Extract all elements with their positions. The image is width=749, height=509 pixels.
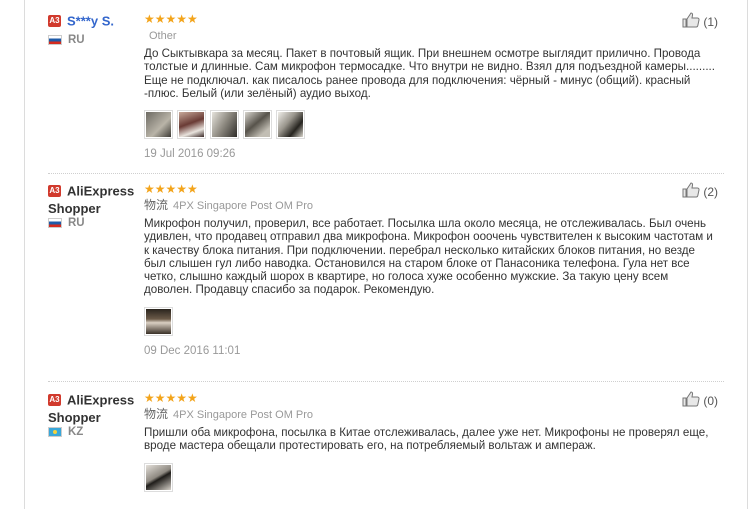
review-text: Микрофон получил, проверил, все работает… (144, 217, 713, 297)
shipping-info: Other (144, 28, 719, 42)
review-photos (144, 462, 719, 492)
shipping-label: 物流 (144, 198, 169, 212)
reviewer-country: KZ (48, 426, 143, 438)
star-rating: ★★★★★ (144, 391, 198, 405)
review-content: ★★★★★ 物流 4PX Singapore Post OM Pro Пришли… (144, 391, 719, 492)
review-text: До Сыктывкара за месяц. Пакет в почтовый… (144, 47, 715, 100)
helpful-vote[interactable]: (2) (682, 182, 718, 201)
buyer-level-badge: A3 (48, 14, 61, 27)
review-photo-thumbnail[interactable] (177, 110, 206, 140)
shipping-method: 4PX Singapore Post OM Pro (173, 200, 314, 212)
review-photos (144, 110, 719, 140)
reviewer-country: RU (48, 34, 143, 46)
review-photo-thumbnail[interactable] (144, 306, 173, 336)
star-rating: ★★★★★ (144, 12, 198, 26)
helpful-count: (1) (703, 14, 718, 29)
reviewer-info: A3 S***y S. RU (48, 12, 143, 46)
reviewer-info: A3 AliExpress Shopper RU (48, 182, 143, 229)
shipping-info: 物流 4PX Singapore Post OM Pro (144, 407, 719, 421)
helpful-vote[interactable]: (0) (682, 391, 718, 410)
reviewer-name-line2: Shopper (48, 201, 101, 216)
reviewer-name[interactable]: S***y S. (67, 13, 114, 28)
reviewer-name-line2: Shopper (48, 410, 101, 425)
shipping-label: 物流 (144, 407, 169, 421)
kazakhstan-flag-icon (48, 427, 62, 437)
buyer-level-badge: A3 (48, 184, 61, 197)
helpful-vote[interactable]: (1) (682, 12, 718, 31)
russia-flag-icon (48, 35, 62, 45)
country-code: RU (68, 217, 85, 229)
russia-flag-icon (48, 218, 62, 228)
review-photos (144, 306, 719, 336)
country-code: RU (68, 34, 85, 46)
reviewer-info: A3 AliExpress Shopper KZ (48, 391, 143, 438)
shipping-info: 物流 4PX Singapore Post OM Pro (144, 198, 719, 212)
review-photo-thumbnail[interactable] (144, 110, 173, 140)
thumbs-up-icon[interactable] (682, 12, 700, 31)
helpful-count: (2) (703, 184, 718, 199)
review-date: 09 Dec 2016 11:01 (144, 344, 241, 357)
thumbs-up-icon[interactable] (682, 391, 700, 410)
review-photo-thumbnail[interactable] (210, 110, 239, 140)
review-content: ★★★★★ Other До Сыктывкара за месяц. Паке… (144, 12, 719, 160)
thumbs-up-icon[interactable] (682, 182, 700, 201)
country-code: KZ (68, 426, 84, 438)
review-photo-thumbnail[interactable] (276, 110, 305, 140)
helpful-count: (0) (703, 393, 718, 408)
shipping-method: Other (149, 30, 177, 42)
review-divider (48, 381, 724, 382)
review-photo-thumbnail[interactable] (144, 462, 173, 492)
review-divider (48, 173, 724, 174)
review-photo-thumbnail[interactable] (243, 110, 272, 140)
review-content: ★★★★★ 物流 4PX Singapore Post OM Pro Микроф… (144, 182, 719, 357)
reviewer-name: AliExpress (67, 392, 135, 408)
reviewer-country: RU (48, 217, 143, 229)
reviewer-name: AliExpress (67, 183, 135, 199)
shipping-method: 4PX Singapore Post OM Pro (173, 409, 314, 421)
star-rating: ★★★★★ (144, 182, 198, 196)
review-date: 19 Jul 2016 09:26 (144, 148, 236, 161)
buyer-level-badge: A3 (48, 393, 61, 406)
review-text: Пришли оба микрофона, посылка в Китае от… (144, 426, 709, 453)
